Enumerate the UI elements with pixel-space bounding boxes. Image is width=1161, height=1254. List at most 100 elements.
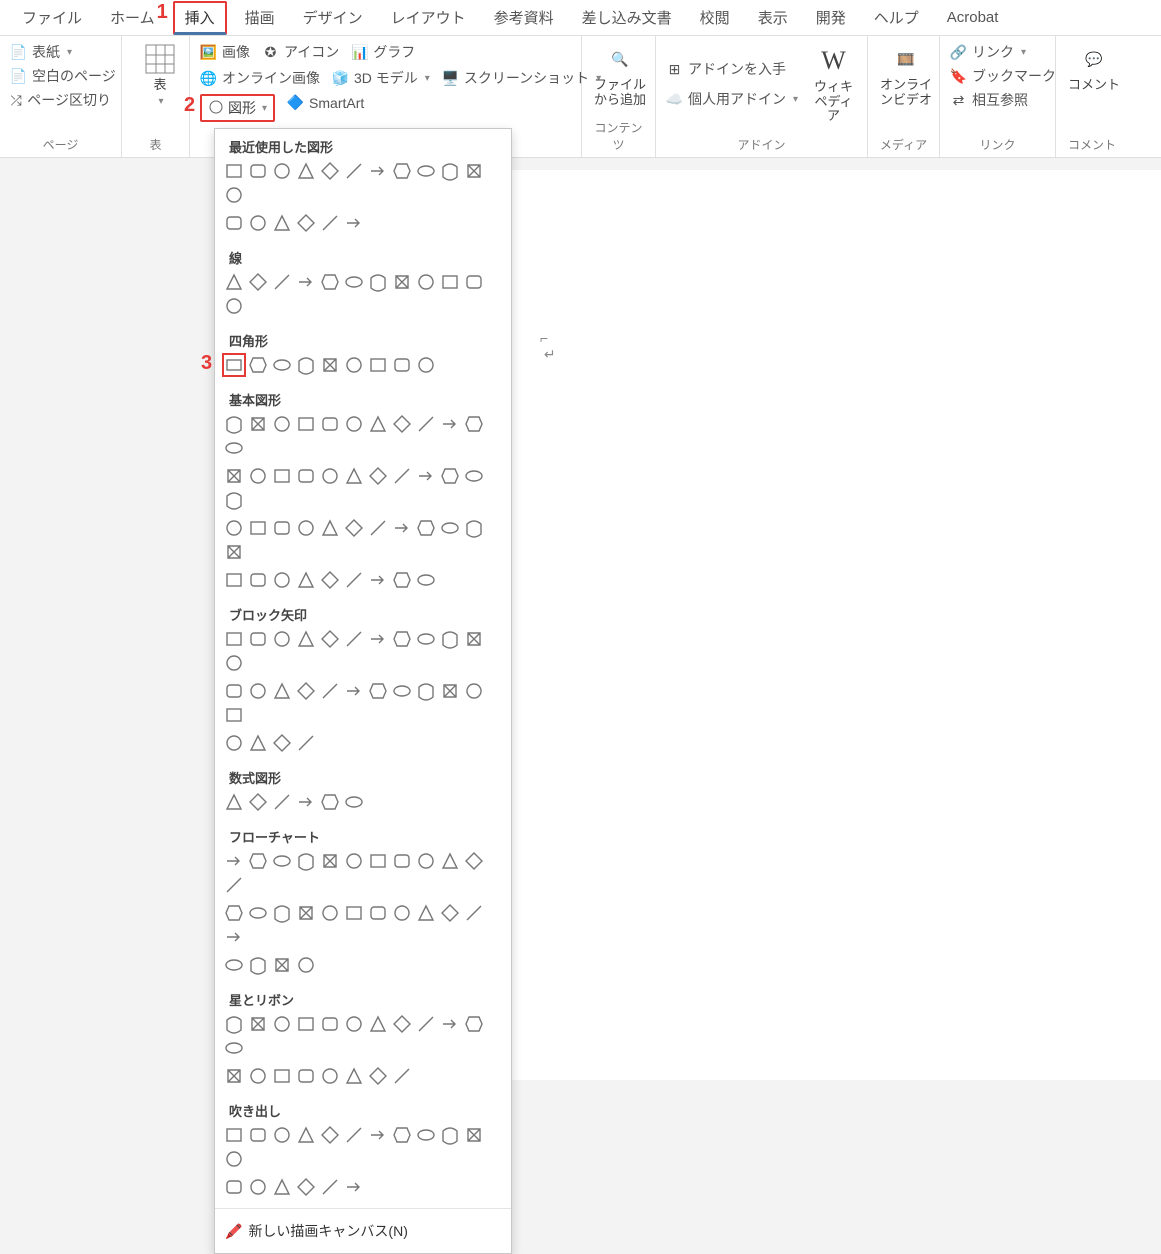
shape-item[interactable] xyxy=(223,1148,245,1170)
shape-item[interactable] xyxy=(343,354,365,376)
shape-item[interactable] xyxy=(223,874,245,896)
shape-item[interactable] xyxy=(271,1013,293,1035)
shape-item[interactable] xyxy=(415,569,437,591)
shape-item[interactable] xyxy=(271,791,293,813)
shape-item[interactable] xyxy=(415,517,437,539)
shape-item[interactable] xyxy=(223,541,245,563)
shape-item[interactable] xyxy=(223,517,245,539)
shape-item[interactable] xyxy=(463,680,485,702)
shape-item[interactable] xyxy=(463,628,485,650)
shape-item[interactable] xyxy=(367,1065,389,1087)
shape-item[interactable] xyxy=(223,160,245,182)
shape-item[interactable] xyxy=(271,569,293,591)
shape-item[interactable] xyxy=(271,354,293,376)
shape-item[interactable]: 3 xyxy=(223,354,245,376)
tab-insert[interactable]: 1挿入 xyxy=(173,1,227,35)
shape-item[interactable] xyxy=(367,517,389,539)
shape-item[interactable] xyxy=(415,465,437,487)
shape-item[interactable] xyxy=(295,732,317,754)
shape-item[interactable] xyxy=(391,160,413,182)
shape-item[interactable] xyxy=(223,413,245,435)
shape-item[interactable] xyxy=(343,850,365,872)
shape-item[interactable] xyxy=(367,850,389,872)
shape-item[interactable] xyxy=(223,184,245,206)
shape-item[interactable] xyxy=(367,1013,389,1035)
shape-item[interactable] xyxy=(391,354,413,376)
pictures-button[interactable]: 🖼️画像 xyxy=(200,42,250,62)
shape-item[interactable] xyxy=(391,850,413,872)
shape-item[interactable] xyxy=(391,680,413,702)
shape-item[interactable] xyxy=(415,354,437,376)
shape-item[interactable] xyxy=(223,1176,245,1198)
shape-item[interactable] xyxy=(415,628,437,650)
shape-item[interactable] xyxy=(391,271,413,293)
shape-item[interactable] xyxy=(343,517,365,539)
shape-item[interactable] xyxy=(247,160,269,182)
shape-item[interactable] xyxy=(439,271,461,293)
tab-design[interactable]: デザイン xyxy=(293,3,373,32)
shape-item[interactable] xyxy=(439,628,461,650)
tab-draw[interactable]: 描画 xyxy=(235,3,285,32)
shape-item[interactable] xyxy=(415,413,437,435)
shape-item[interactable] xyxy=(295,212,317,234)
shape-item[interactable] xyxy=(439,680,461,702)
shape-item[interactable] xyxy=(295,569,317,591)
screenshot-button[interactable]: 🖥️スクリーンショット▾ xyxy=(442,68,601,88)
shape-item[interactable] xyxy=(439,413,461,435)
shape-item[interactable] xyxy=(415,271,437,293)
shape-item[interactable] xyxy=(295,271,317,293)
shape-item[interactable] xyxy=(463,517,485,539)
shape-item[interactable] xyxy=(271,1065,293,1087)
shape-item[interactable] xyxy=(295,354,317,376)
shape-item[interactable] xyxy=(343,902,365,924)
shape-item[interactable] xyxy=(271,1176,293,1198)
shape-item[interactable] xyxy=(223,1037,245,1059)
shape-item[interactable] xyxy=(271,902,293,924)
shape-item[interactable] xyxy=(223,437,245,459)
shape-item[interactable] xyxy=(415,1124,437,1146)
shape-item[interactable] xyxy=(223,295,245,317)
tab-view[interactable]: 表示 xyxy=(748,3,798,32)
tab-developer[interactable]: 開発 xyxy=(806,3,856,32)
shape-item[interactable] xyxy=(319,1065,341,1087)
shape-item[interactable] xyxy=(247,1065,269,1087)
shape-item[interactable] xyxy=(463,413,485,435)
shape-item[interactable] xyxy=(223,271,245,293)
smartart-button[interactable]: 🔷SmartArt xyxy=(287,94,364,111)
shape-item[interactable] xyxy=(463,160,485,182)
shape-item[interactable] xyxy=(247,465,269,487)
shape-item[interactable] xyxy=(367,271,389,293)
shape-item[interactable] xyxy=(247,354,269,376)
shape-item[interactable] xyxy=(367,413,389,435)
shape-item[interactable] xyxy=(367,465,389,487)
shapes-button[interactable]: 2図形▾ xyxy=(200,94,275,122)
shape-item[interactable] xyxy=(319,1013,341,1035)
shape-item[interactable] xyxy=(295,1176,317,1198)
shape-item[interactable] xyxy=(223,791,245,813)
shape-item[interactable] xyxy=(223,1124,245,1146)
shape-item[interactable] xyxy=(247,850,269,872)
shape-item[interactable] xyxy=(271,160,293,182)
shape-item[interactable] xyxy=(343,465,365,487)
shape-item[interactable] xyxy=(343,628,365,650)
shape-item[interactable] xyxy=(223,1013,245,1035)
shape-item[interactable] xyxy=(343,569,365,591)
shape-item[interactable] xyxy=(343,413,365,435)
shape-item[interactable] xyxy=(463,1124,485,1146)
shape-item[interactable] xyxy=(223,680,245,702)
shape-item[interactable] xyxy=(439,160,461,182)
shape-item[interactable] xyxy=(295,1013,317,1035)
shape-item[interactable] xyxy=(367,628,389,650)
shape-item[interactable] xyxy=(223,212,245,234)
shape-item[interactable] xyxy=(319,1124,341,1146)
shape-item[interactable] xyxy=(223,954,245,976)
shape-item[interactable] xyxy=(319,160,341,182)
cover-page-button[interactable]: 📄表紙▾ xyxy=(10,42,111,62)
shape-item[interactable] xyxy=(367,569,389,591)
shape-item[interactable] xyxy=(223,732,245,754)
shape-item[interactable] xyxy=(319,1176,341,1198)
online-pictures-button[interactable]: 🌐オンライン画像 xyxy=(200,68,320,88)
shape-item[interactable] xyxy=(247,732,269,754)
shape-item[interactable] xyxy=(319,413,341,435)
shape-item[interactable] xyxy=(319,850,341,872)
